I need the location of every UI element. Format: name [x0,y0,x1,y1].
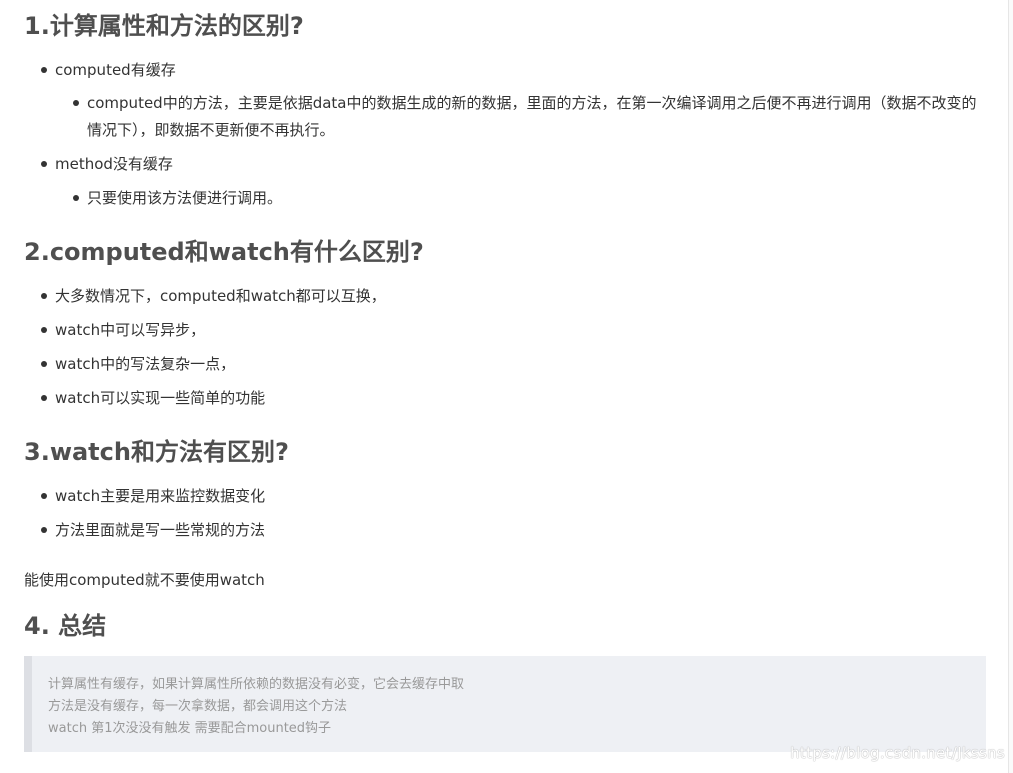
blockquote-line: 方法是没有缓存，每一次拿数据，都会调用这个方法 [48,699,348,714]
heading-section-1: 1.计算属性和方法的区别? [24,12,304,40]
list-item-text: computed中的方法，主要是依据data中的数据生成的新的数据，里面的方法，… [87,94,977,139]
list-item-text: computed有缓存 [55,61,176,79]
heading-section-3: 3.watch和方法有区别? [24,438,289,466]
list-item-text: watch主要是用来监控数据变化 [55,487,266,505]
list-item: watch可以实现一些简单的功能 [24,385,986,411]
list-item: method没有缓存 [24,151,986,177]
list-item-text: 只要使用该方法便进行调用。 [87,189,283,207]
list-item: watch主要是用来监控数据变化 [24,483,986,509]
sublist: computed中的方法，主要是依据data中的数据生成的新的数据，里面的方法，… [24,90,986,144]
list-section-3: watch主要是用来监控数据变化 方法里面就是写一些常规的方法 [24,483,986,543]
list-item: 大多数情况下，computed和watch都可以互换， [24,283,986,309]
heading-section-4: 4. 总结 [24,612,107,640]
list-item-text: method没有缓存 [55,155,173,173]
heading-section-2: 2.computed和watch有什么区别? [24,238,424,266]
list-item-text: 方法里面就是写一些常规的方法 [55,521,266,539]
list-item: computed有缓存 [24,57,986,83]
summary-paragraph: 能使用computed就不要使用watch [24,571,265,589]
summary-blockquote: 计算属性有缓存，如果计算属性所依赖的数据没有必变，它会去缓存中取 方法是没有缓存… [24,656,986,752]
list-item: watch中的写法复杂一点， [24,351,986,377]
list-section-1: computed有缓存 computed中的方法，主要是依据data中的数据生成… [24,57,986,211]
sublist-container: computed中的方法，主要是依据data中的数据生成的新的数据，里面的方法，… [24,90,986,144]
list-item-text: watch中可以写异步， [55,321,206,339]
list-item-text: watch可以实现一些简单的功能 [55,389,266,407]
blockquote-line: 计算属性有缓存，如果计算属性所依赖的数据没有必变，它会去缓存中取 [48,677,465,692]
watermark-url: https://blog.csdn.net/Jkssns [790,744,1005,762]
list-item-text: 大多数情况下，computed和watch都可以互换， [55,287,386,305]
list-item: 方法里面就是写一些常规的方法 [24,517,986,543]
sublist-container: 只要使用该方法便进行调用。 [24,185,986,211]
list-item: watch中可以写异步， [24,317,986,343]
list-item: computed中的方法，主要是依据data中的数据生成的新的数据，里面的方法，… [24,90,986,144]
list-section-2: 大多数情况下，computed和watch都可以互换， watch中可以写异步，… [24,283,986,411]
right-scroll-border [1008,0,1013,773]
list-item-text: watch中的写法复杂一点， [55,355,236,373]
blockquote-line: watch 第1次没没有触发 需要配合mounted钩子 [48,721,332,736]
sublist: 只要使用该方法便进行调用。 [24,185,986,211]
list-item: 只要使用该方法便进行调用。 [24,185,986,211]
